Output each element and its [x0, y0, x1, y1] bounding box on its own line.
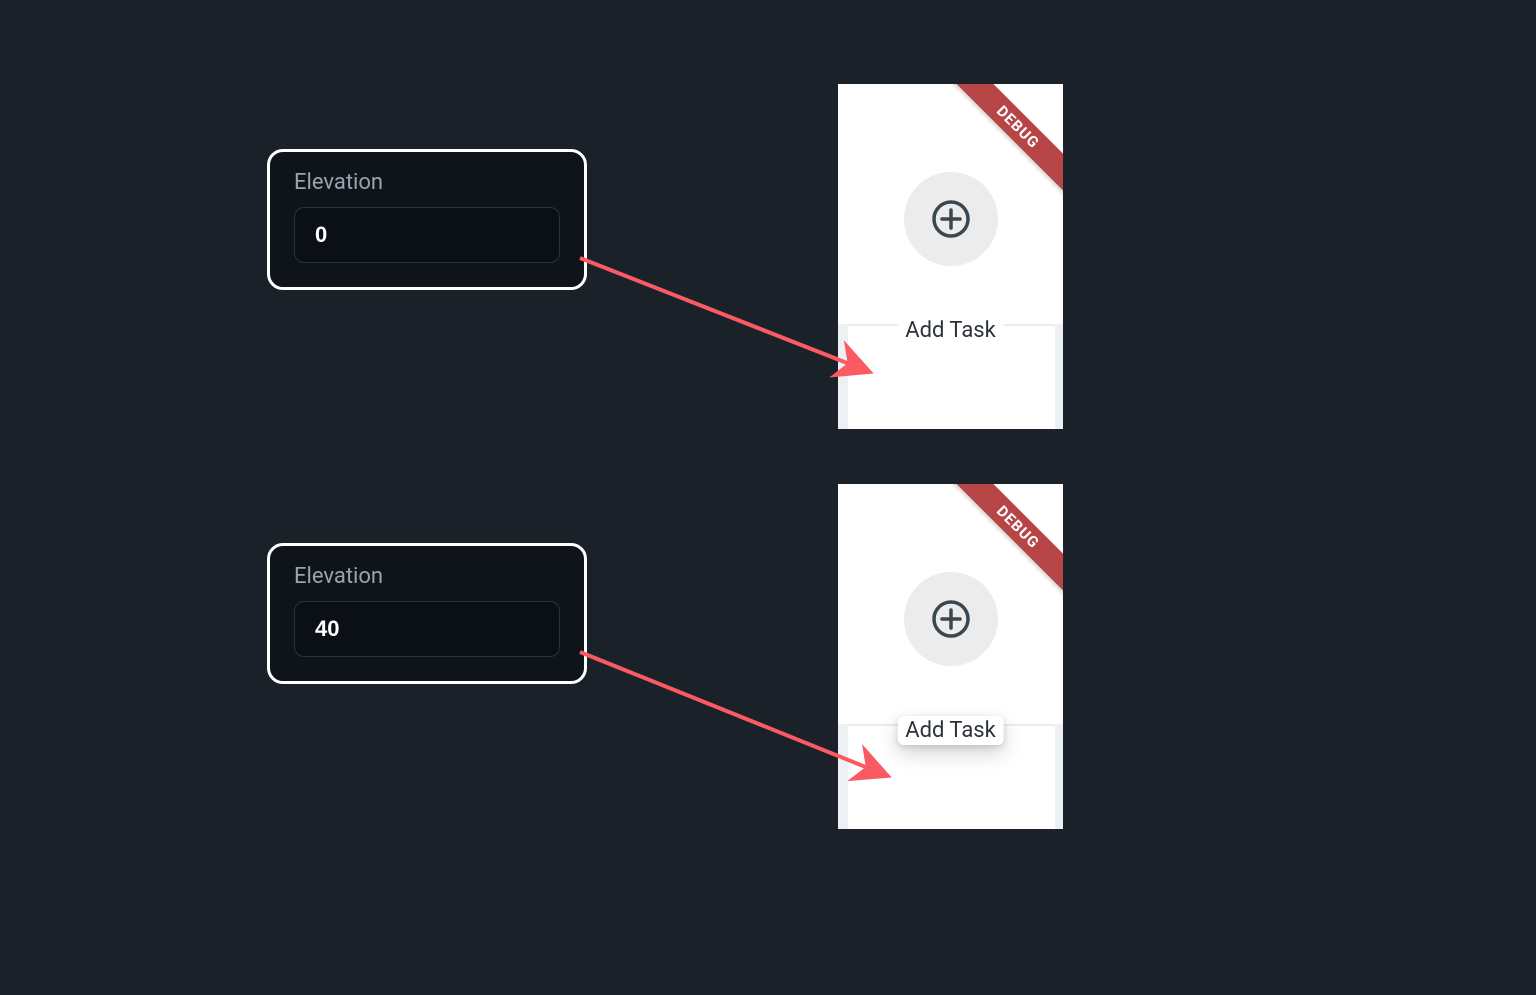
left-edge: [838, 324, 848, 429]
left-edge: [838, 724, 848, 829]
add-task-label: Add Task: [897, 316, 1004, 345]
elevation-panel: Elevation: [267, 543, 587, 684]
elevation-input[interactable]: [294, 207, 560, 263]
elevation-label: Elevation: [294, 170, 560, 195]
elevation-input[interactable]: [294, 601, 560, 657]
elevation-label: Elevation: [294, 564, 560, 589]
plus-icon: [931, 599, 971, 639]
device-preview: Add Task DEBUG: [838, 84, 1063, 429]
add-button[interactable]: [904, 172, 998, 266]
right-edge: [1055, 324, 1063, 429]
add-task-label: Add Task: [897, 716, 1004, 745]
device-preview: Add Task DEBUG: [838, 484, 1063, 829]
plus-icon: [931, 199, 971, 239]
add-button[interactable]: [904, 572, 998, 666]
right-edge: [1055, 724, 1063, 829]
elevation-panel: Elevation: [267, 149, 587, 290]
